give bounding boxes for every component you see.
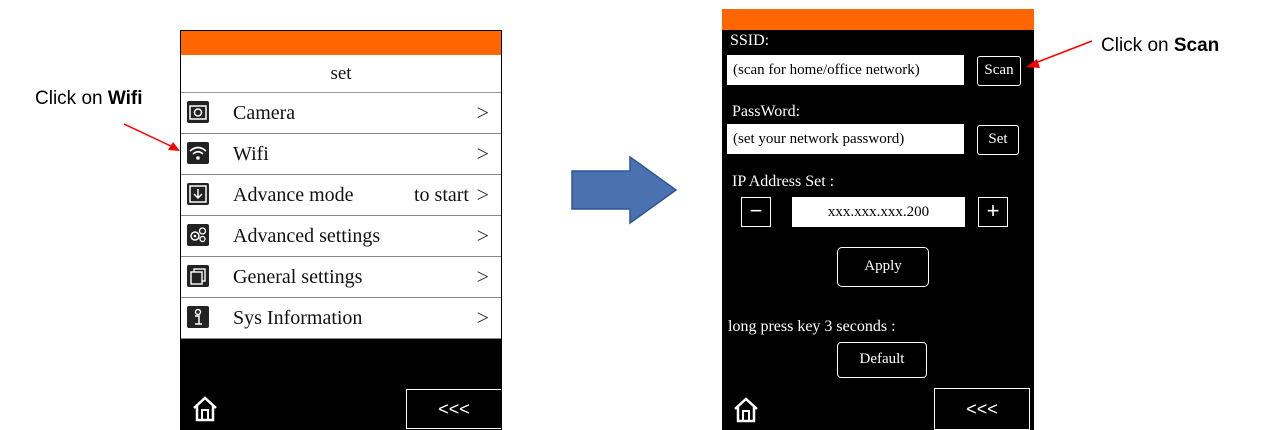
menu-item-sys-information[interactable]: Sys Information > <box>181 298 501 339</box>
chevron-right-icon: > <box>476 100 489 125</box>
status-bar <box>181 31 501 55</box>
menu-item-general-settings[interactable]: General settings > <box>181 257 501 298</box>
camera-icon <box>187 101 209 123</box>
back-button[interactable]: <<< <box>934 388 1030 430</box>
menu-item-label: Wifi <box>233 143 269 165</box>
menu-item-advanced-settings[interactable]: Advanced settings > <box>181 216 501 257</box>
wifi-icon <box>187 142 209 164</box>
wifi-settings-screen: SSID: (scan for home/office network) Sca… <box>722 9 1034 430</box>
transition-arrow-icon <box>571 155 678 225</box>
set-password-button[interactable]: Set <box>977 125 1019 155</box>
download-icon <box>187 183 209 205</box>
chevron-right-icon: > <box>476 182 489 207</box>
menu-item-label: Sys Information <box>233 307 363 329</box>
ip-decrement-button[interactable]: − <box>741 197 771 227</box>
menu-item-wifi[interactable]: Wifi > <box>181 134 501 175</box>
callout-click-scan: Click on Scan <box>1101 35 1219 57</box>
info-icon <box>187 306 209 328</box>
menu-item-label: Camera <box>233 102 296 124</box>
red-pointer-arrow-scan <box>1026 40 1093 68</box>
menu-item-camera[interactable]: Camera > <box>181 93 501 134</box>
callout-bold: Scan <box>1173 35 1220 56</box>
settings-menu: Camera > Wifi > Advance mode to start > … <box>181 93 501 339</box>
menu-item-advance-mode[interactable]: Advance mode to start > <box>181 175 501 216</box>
red-pointer-arrow-wifi <box>123 123 180 151</box>
home-icon[interactable] <box>191 395 219 423</box>
menu-item-label: Advance mode <box>233 184 354 206</box>
menu-item-status: to start <box>414 184 469 206</box>
settings-screen: set Camera > Wifi > Advance mode to star… <box>180 30 502 430</box>
password-field[interactable]: (set your network password) <box>727 124 964 154</box>
default-button[interactable]: Default <box>837 342 927 378</box>
ssid-field[interactable]: (scan for home/office network) <box>727 55 964 85</box>
callout-prefix: Click on <box>35 88 108 109</box>
ip-address-label: IP Address Set : <box>732 173 835 190</box>
callout-bold: Wifi <box>107 88 143 109</box>
menu-item-label: Advanced settings <box>233 225 381 247</box>
password-label: PassWord: <box>732 103 801 120</box>
copy-icon <box>187 265 209 287</box>
chevron-right-icon: > <box>476 141 489 166</box>
callout-prefix: Click on <box>1101 35 1174 56</box>
ip-address-field[interactable]: xxx.xxx.xxx.200 <box>792 197 965 227</box>
chevron-right-icon: > <box>476 305 489 330</box>
apply-button[interactable]: Apply <box>837 247 929 287</box>
chevron-right-icon: > <box>476 264 489 289</box>
settings-gears-icon <box>187 224 209 246</box>
home-icon[interactable] <box>732 396 760 424</box>
chevron-right-icon: > <box>476 223 489 248</box>
ssid-label: SSID: <box>730 32 770 49</box>
page-title: set <box>181 55 501 93</box>
menu-item-label: General settings <box>233 266 363 288</box>
status-bar <box>722 9 1034 30</box>
callout-click-wifi: Click on Wifi <box>35 88 143 110</box>
scan-button[interactable]: Scan <box>977 56 1021 86</box>
long-press-label: long press key 3 seconds : <box>728 318 896 335</box>
ip-increment-button[interactable]: + <box>978 197 1008 227</box>
back-button[interactable]: <<< <box>406 389 501 429</box>
